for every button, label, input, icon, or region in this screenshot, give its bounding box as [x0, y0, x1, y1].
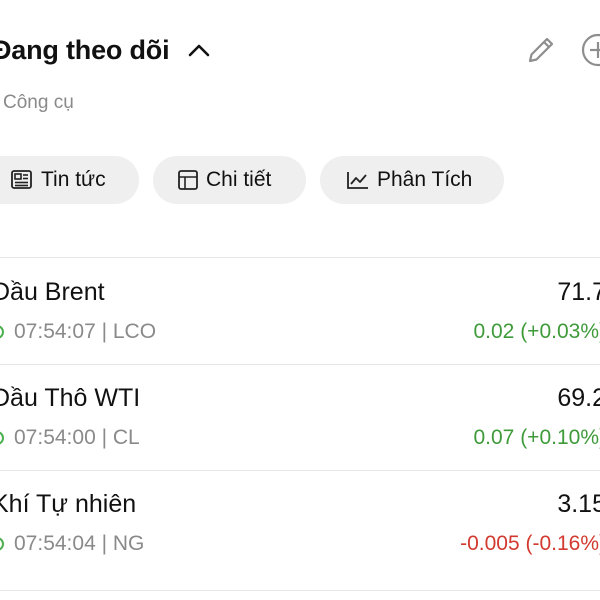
instrument-row[interactable]: Khí Tự nhiên 3.15 07:54:04 | NG -0.005 (… [0, 470, 600, 576]
tab-news[interactable]: Tin tức [0, 156, 139, 204]
watchlist-title[interactable]: Đang theo dõi [0, 30, 170, 70]
instrument-name: Khí Tự nhiên [0, 490, 137, 518]
section-subtitle: Công cụ [3, 92, 74, 113]
pencil-icon[interactable] [522, 30, 560, 70]
chart-icon [347, 172, 368, 189]
tab-news-label: Tin tức [41, 168, 106, 191]
market-status-icon [0, 325, 4, 339]
instrument-time-symbol: 07:54:04 | NG [14, 532, 145, 555]
instrument-time-symbol: 07:54:00 | CL [14, 426, 140, 449]
tab-details[interactable]: Chi tiết [153, 156, 306, 204]
tab-analysis-label: Phân Tích [377, 168, 473, 191]
instrument-price: 71.7 [557, 278, 600, 306]
instrument-row[interactable]: Dầu Thô WTI 69.2 07:54:00 | CL 0.07 (+0.… [0, 364, 600, 470]
instrument-price: 3.15 [557, 490, 600, 518]
instrument-change: 0.02 (+0.03%) [473, 320, 600, 343]
tab-analysis[interactable]: Phân Tích [320, 156, 504, 204]
market-status-icon [0, 537, 4, 551]
news-icon [11, 170, 32, 189]
instrument-change: -0.005 (-0.16%) [460, 532, 600, 555]
instrument-name: Dầu Thô WTI [0, 384, 141, 412]
chevron-up-icon[interactable] [186, 38, 212, 62]
instrument-price: 69.2 [557, 384, 600, 412]
tab-details-label: Chi tiết [206, 168, 272, 191]
instrument-row[interactable]: Dầu Brent 71.7 07:54:07 | LCO 0.02 (+0.0… [0, 258, 600, 364]
add-circle-icon[interactable] [578, 30, 600, 70]
instrument-time-symbol: 07:54:07 | LCO [14, 320, 157, 343]
divider [0, 590, 600, 591]
watchlist-screen: Đang theo dõi Công cụ Tin tức Chi tiết P… [0, 0, 600, 600]
instrument-name: Dầu Brent [0, 278, 105, 306]
table-icon [178, 170, 198, 190]
instrument-change: 0.07 (+0.10%) [473, 426, 600, 449]
market-status-icon [0, 431, 4, 445]
